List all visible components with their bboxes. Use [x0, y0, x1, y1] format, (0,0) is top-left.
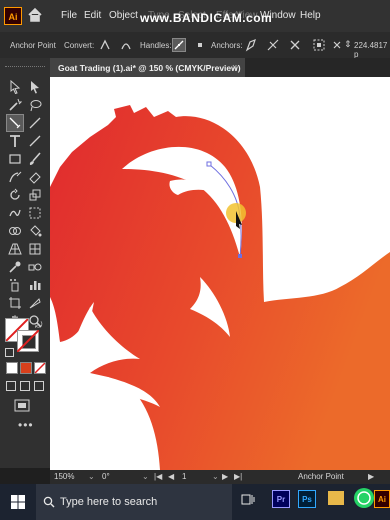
- live-paint-bucket-icon[interactable]: [28, 224, 42, 238]
- default-colors-icon[interactable]: [5, 348, 14, 357]
- slice-tool-icon[interactable]: [28, 296, 42, 310]
- artboard-tool-icon[interactable]: [8, 296, 22, 310]
- paintbrush-tool-icon[interactable]: [28, 152, 42, 166]
- hide-handles-icon[interactable]: [193, 38, 207, 52]
- rotate-tool-icon[interactable]: [8, 188, 22, 202]
- leg-gap-shape: [110, 429, 156, 470]
- artboard-canvas[interactable]: [50, 77, 390, 470]
- symbol-sprayer-tool-icon[interactable]: [8, 278, 22, 292]
- bandicam-watermark: www.BANDICAM.com: [140, 11, 273, 25]
- taskbar-search-box[interactable]: Type here to search: [36, 484, 232, 520]
- illustrator-logo: Ai: [4, 7, 22, 25]
- previous-artboard-icon[interactable]: ◀: [168, 472, 174, 482]
- zoom-field[interactable]: 150%: [54, 472, 92, 482]
- draw-normal-icon[interactable]: [6, 381, 16, 391]
- menu-bar: Ai File Edit Object Type Select Effect V…: [0, 0, 390, 32]
- cut-path-icon[interactable]: [288, 38, 302, 52]
- goat-artwork[interactable]: [50, 77, 390, 470]
- premiere-pro-app[interactable]: Pr: [272, 490, 290, 508]
- shape-builder-tool-icon[interactable]: [8, 224, 22, 238]
- next-artboard-icon[interactable]: ▶: [222, 472, 228, 482]
- direct-selection-tool-icon[interactable]: [28, 80, 42, 94]
- illustrator-app[interactable]: Ai: [374, 490, 390, 508]
- status-bar: 150% ⌄ 0° ⌄ |◀ ◀ 1 ⌄ ▶ ▶| Anchor Point ▶: [50, 470, 390, 484]
- magic-wand-icon[interactable]: [8, 98, 22, 112]
- gradient-mode-icon[interactable]: [20, 362, 32, 374]
- tools-panel: ⤾ •••: [0, 58, 50, 468]
- chest-cut-shape: [50, 407, 110, 470]
- blend-tool-icon[interactable]: [28, 260, 42, 274]
- none-mode-icon[interactable]: [34, 362, 46, 374]
- lasso-tool-icon[interactable]: [28, 98, 42, 112]
- screen-mode-icon[interactable]: [12, 398, 34, 414]
- graph-tool-icon[interactable]: [28, 278, 42, 292]
- handles-label: Handles:: [140, 41, 172, 50]
- show-handles-icon[interactable]: [172, 38, 186, 52]
- file-explorer-icon[interactable]: [328, 491, 344, 505]
- anchor-point-handle-lower[interactable]: [238, 254, 242, 258]
- anchors-label: Anchors:: [211, 41, 243, 50]
- panel-grip[interactable]: [5, 66, 45, 69]
- perspective-grid-tool-icon[interactable]: [8, 242, 22, 256]
- first-artboard-icon[interactable]: |◀: [154, 472, 162, 482]
- tab-strip: [245, 58, 390, 77]
- draw-behind-icon[interactable]: [20, 381, 30, 391]
- draw-inside-icon[interactable]: [34, 381, 44, 391]
- artboard-dropdown-icon[interactable]: ⌄: [212, 472, 219, 482]
- menu-object[interactable]: Object: [109, 10, 138, 21]
- color-mode-icon[interactable]: [6, 362, 18, 374]
- remove-anchor-icon[interactable]: [244, 38, 258, 52]
- stroke-swatch[interactable]: [17, 330, 39, 352]
- scale-tool-icon[interactable]: [28, 188, 42, 202]
- goat-body-shape[interactable]: [50, 105, 390, 470]
- connect-anchor-icon[interactable]: [266, 38, 280, 52]
- stepper-icon[interactable]: ⇕: [344, 39, 352, 50]
- x-coordinate-field[interactable]: 224.4817 p: [354, 41, 390, 59]
- anchor-point-tool-icon[interactable]: [6, 114, 24, 132]
- rotation-dropdown-icon[interactable]: ⌄: [142, 472, 149, 482]
- artboard-number-field[interactable]: 1: [182, 472, 202, 482]
- menu-help[interactable]: Help: [300, 10, 321, 21]
- rectangle-tool-icon[interactable]: [8, 152, 22, 166]
- control-bar: Anchor Point Convert: Handles: Anchors: …: [0, 32, 390, 59]
- free-transform-tool-icon[interactable]: [28, 206, 42, 220]
- more-tools-icon[interactable]: •••: [18, 418, 34, 432]
- eyedropper-tool-icon[interactable]: [8, 260, 22, 274]
- mesh-tool-icon[interactable]: [28, 242, 42, 256]
- menu-edit[interactable]: Edit: [84, 10, 101, 21]
- isolate-anchor-icon[interactable]: [312, 38, 326, 52]
- selection-tool-icon[interactable]: [8, 80, 22, 94]
- line-tool-icon[interactable]: [28, 134, 42, 148]
- close-tab-icon[interactable]: ×: [232, 62, 237, 72]
- whatsapp-icon[interactable]: [354, 488, 374, 508]
- swap-fill-stroke-icon[interactable]: ⤾: [35, 320, 43, 331]
- eraser-tool-icon[interactable]: [28, 170, 42, 184]
- anchor-point-handle[interactable]: [206, 161, 212, 167]
- photoshop-app[interactable]: Ps: [298, 490, 316, 508]
- search-placeholder: Type here to search: [60, 496, 158, 508]
- convert-label: Convert:: [64, 41, 95, 50]
- windows-start-icon[interactable]: [11, 495, 25, 509]
- convert-corner-icon[interactable]: [98, 38, 112, 52]
- rotation-field[interactable]: 0°: [102, 472, 132, 482]
- document-tab[interactable]: Goat Trading (1).ai* @ 150 % (CMYK/Previ…: [50, 58, 246, 77]
- x-coordinate-icon: [330, 38, 344, 52]
- warp-tool-icon[interactable]: [8, 206, 22, 220]
- type-tool-icon[interactable]: [8, 134, 22, 148]
- home-icon[interactable]: [27, 7, 43, 23]
- status-menu-icon[interactable]: ▶: [368, 472, 374, 482]
- fill-stroke-widget[interactable]: ⤾: [5, 318, 45, 358]
- last-artboard-icon[interactable]: ▶|: [234, 472, 242, 482]
- search-icon: [43, 496, 55, 508]
- convert-smooth-icon[interactable]: [119, 38, 133, 52]
- current-tool-label: Anchor Point: [10, 41, 56, 50]
- task-view-icon[interactable]: [240, 492, 256, 508]
- line-segment-tool-icon[interactable]: [28, 116, 42, 130]
- menu-file[interactable]: File: [61, 10, 77, 21]
- shaper-tool-icon[interactable]: [8, 170, 22, 184]
- document-title: Goat Trading (1).ai* @ 150 % (CMYK/Previ…: [58, 63, 241, 73]
- current-tool-status: Anchor Point: [298, 472, 344, 481]
- zoom-dropdown-icon[interactable]: ⌄: [88, 472, 95, 482]
